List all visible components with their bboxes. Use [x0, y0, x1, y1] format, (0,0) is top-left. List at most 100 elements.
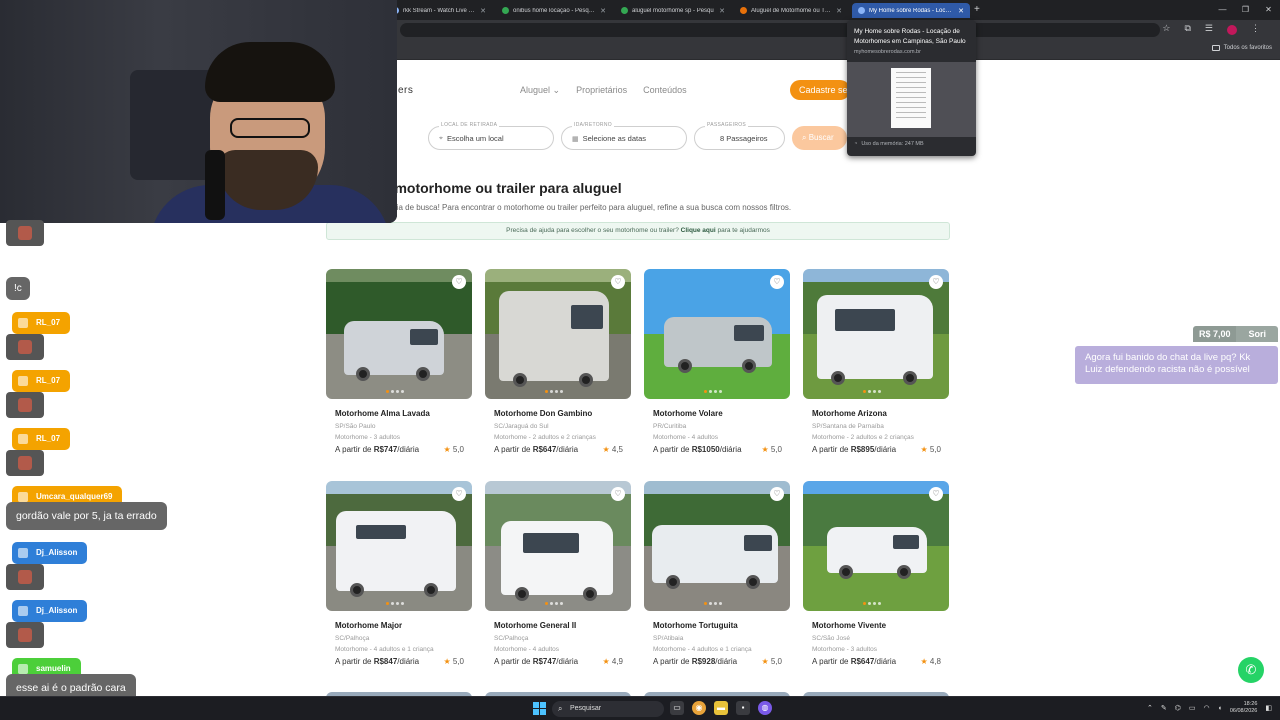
all-bookmarks[interactable]: Todos os favoritos	[1211, 45, 1272, 51]
tab-search-icon[interactable]: ☰	[1205, 23, 1213, 35]
chat-emote	[6, 220, 44, 246]
location-value: Escolha um local	[446, 134, 504, 143]
menu-icon[interactable]: ⋮	[1251, 23, 1260, 35]
listing-card[interactable]: ♡ Motorhome Major SC/Palhoça Motorhome -…	[326, 481, 472, 666]
dates-value: Selecione as datas	[582, 134, 647, 143]
star-icon: ★	[920, 445, 928, 454]
bookmark-star-icon[interactable]: ☆	[1162, 23, 1170, 35]
tab-aluguel-motorhome[interactable]: Aluguel de Motorhome ou Trail ✕	[734, 3, 848, 18]
favorite-heart-icon[interactable]: ♡	[929, 275, 943, 289]
star-icon: ★	[602, 657, 610, 666]
chrome-icon[interactable]: ◉	[692, 701, 706, 715]
carousel-dots	[545, 602, 563, 605]
volume-icon[interactable]: ◖	[1218, 705, 1222, 712]
listing-title: Motorhome Alma Lavada	[335, 409, 430, 418]
listing-photo[interactable]: ♡	[326, 481, 472, 611]
listing-photo[interactable]: ♡	[803, 481, 949, 611]
chat-emote	[6, 564, 44, 590]
network-icon[interactable]: ⌬	[1175, 704, 1181, 712]
listing-photo[interactable]: ♡	[803, 269, 949, 399]
dates-field[interactable]: IDA/RETORNO ▦ Selecione as datas	[561, 122, 687, 150]
favorite-heart-icon[interactable]: ♡	[770, 487, 784, 501]
favorite-heart-icon[interactable]: ♡	[611, 487, 625, 501]
start-button[interactable]	[533, 702, 546, 715]
listing-card[interactable]: ♡ Motorhome Arizona SP/Santana de Parnaí…	[803, 269, 949, 454]
listing-capacity: Motorhome - 3 adultos	[812, 646, 878, 653]
close-window-icon[interactable]: ✕	[1257, 0, 1280, 20]
passengers-label: PASSAGEIROS	[705, 122, 749, 128]
listing-capacity: Motorhome - 2 adultos e 2 crianças	[494, 434, 596, 441]
favorite-heart-icon[interactable]: ♡	[611, 275, 625, 289]
listing-card[interactable]: ♡ Motorhome Don Gambino SC/Jaraguá do Su…	[485, 269, 631, 454]
chevron-up-icon[interactable]: ⌃	[1147, 704, 1153, 712]
listing-photo[interactable]: ♡	[485, 481, 631, 611]
globe-icon	[858, 7, 865, 14]
chat-emote	[6, 392, 44, 418]
listing-title: Motorhome Tortuguita	[653, 621, 738, 630]
discord-icon[interactable]: ◍	[758, 701, 772, 715]
extensions-icon[interactable]: ⧉	[1184, 23, 1190, 35]
register-button[interactable]: Cadastre seu	[790, 80, 850, 100]
task-view-icon[interactable]: ▭	[670, 701, 684, 715]
close-icon[interactable]: ✕	[600, 7, 606, 15]
wifi-icon[interactable]: ◠	[1204, 704, 1210, 712]
nav-proprietarios[interactable]: Proprietários	[576, 85, 627, 96]
listing-photo[interactable]: ♡	[485, 269, 631, 399]
whatsapp-icon: ✆	[1245, 662, 1257, 677]
file-explorer-icon[interactable]: ▬	[714, 701, 728, 715]
monitor-icon[interactable]: ▭	[1189, 704, 1196, 712]
app-icon[interactable]: ▪	[736, 701, 750, 715]
address-bar[interactable]	[400, 23, 1160, 37]
tab-my-home-sobre-rodas[interactable]: My Home sobre Rodas - Locaçã ✕	[852, 3, 970, 18]
search-button[interactable]: ⌕ Buscar	[792, 126, 847, 150]
passengers-value: 8 Passageiros	[720, 134, 768, 143]
tab-kick-stream[interactable]: rkk Stream - Watch Live on Ki ✕	[386, 3, 492, 18]
favorite-heart-icon[interactable]: ♡	[929, 487, 943, 501]
carousel-dots	[386, 390, 404, 393]
close-icon[interactable]: ✕	[480, 7, 486, 15]
passengers-field[interactable]: PASSAGEIROS 8 Passageiros	[694, 122, 785, 150]
nav-conteudos[interactable]: Conteúdos	[643, 85, 687, 96]
favorite-heart-icon[interactable]: ♡	[452, 487, 466, 501]
listing-card[interactable]: ♡ Motorhome Alma Lavada SP/São Paulo Mot…	[326, 269, 472, 454]
favorite-heart-icon[interactable]: ♡	[452, 275, 466, 289]
notification-icon[interactable]: ◧	[1265, 704, 1272, 712]
new-tab-button[interactable]: +	[974, 4, 980, 15]
close-icon[interactable]: ✕	[958, 7, 964, 15]
listing-card[interactable]: ♡ Motorhome Tortuguita SP/Atibaia Motorh…	[644, 481, 790, 666]
site-logo[interactable]: ers	[398, 85, 413, 96]
chat-message: gordão vale por 5, ja ta errado	[6, 502, 167, 530]
favorite-heart-icon[interactable]: ♡	[770, 275, 784, 289]
listing-photo[interactable]: ♡	[326, 269, 472, 399]
nav-aluguel[interactable]: Aluguel ⌄	[520, 85, 560, 96]
listing-capacity: Motorhome - 2 adultos e 2 crianças	[812, 434, 914, 441]
listing-location: PR/Curitiba	[653, 423, 687, 430]
help-link[interactable]: Clique aqui	[681, 227, 716, 234]
maximize-icon[interactable]: ❐	[1234, 0, 1257, 20]
tab-google-onibus[interactable]: onibus home locação - Pesquis ✕	[496, 3, 612, 18]
listing-photo[interactable]: ♡	[644, 269, 790, 399]
listing-card[interactable]: ♡ Motorhome General II SC/Palhoça Motorh…	[485, 481, 631, 666]
star-icon: ★	[761, 657, 769, 666]
close-icon[interactable]: ✕	[719, 7, 725, 15]
listing-card[interactable]: ♡ Motorhome Vivente SC/São José Motorhom…	[803, 481, 949, 666]
pen-icon[interactable]: ✎	[1161, 704, 1167, 712]
tab-title: onibus home locação - Pesquis	[513, 7, 597, 14]
clock[interactable]: 18:26 06/08/2026	[1230, 701, 1258, 715]
profile-avatar[interactable]	[1227, 25, 1237, 35]
search-icon: ⌕	[802, 133, 807, 142]
chat-username: RL_07	[12, 312, 71, 334]
listing-photo[interactable]: ♡	[644, 481, 790, 611]
listing-price: A partir de R$747/diária ★ 4,9	[494, 657, 623, 666]
listing-card[interactable]: ♡ Motorhome Volare PR/Curitiba Motorhome…	[644, 269, 790, 454]
google-icon	[502, 7, 509, 14]
minimize-icon[interactable]: —	[1211, 0, 1234, 20]
star-icon: ★	[920, 657, 928, 666]
taskbar-search[interactable]: ⌕ Pesquisar	[552, 701, 664, 717]
whatsapp-button[interactable]: ✆	[1238, 657, 1264, 683]
chat-message: !c	[6, 277, 30, 300]
tab-google-aluguel[interactable]: aluguel motorhome sp - Pesqu ✕	[615, 3, 731, 18]
location-field[interactable]: LOCAL DE RETIRADA ⌖ Escolha um local	[428, 122, 554, 150]
carousel-dots	[863, 390, 881, 393]
close-icon[interactable]: ✕	[836, 7, 842, 15]
